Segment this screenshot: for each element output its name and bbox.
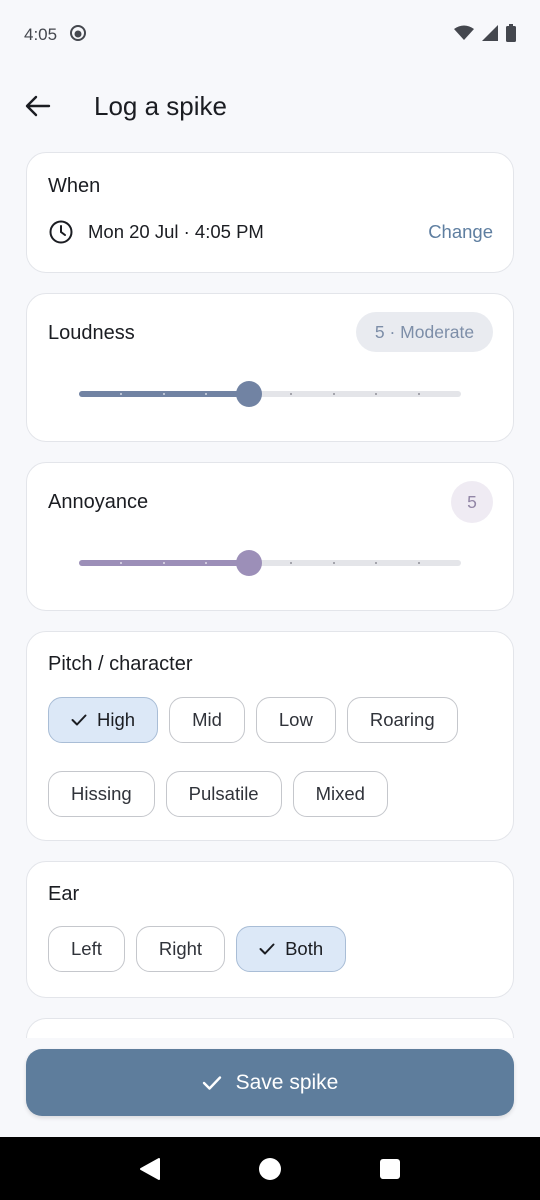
check-icon bbox=[71, 713, 87, 727]
arrow-left-icon bbox=[25, 95, 51, 117]
slider-tick bbox=[332, 562, 335, 564]
nav-back-button[interactable] bbox=[130, 1149, 170, 1189]
loudness-slider[interactable] bbox=[79, 379, 461, 409]
slider-tick bbox=[417, 393, 420, 395]
chip-ear-left[interactable]: Left bbox=[48, 926, 125, 972]
status-time: 4:05 bbox=[24, 25, 58, 44]
loudness-value-badge: 5 · Moderate bbox=[356, 312, 493, 352]
ear-title: Ear bbox=[48, 883, 80, 905]
chip-label: Left bbox=[71, 938, 102, 959]
chip-label: Mixed bbox=[315, 783, 365, 804]
save-spike-button[interactable]: Save spike bbox=[26, 1049, 514, 1116]
loudness-card: Loudness 5 · Moderate bbox=[26, 293, 514, 442]
circle-home-icon bbox=[259, 1157, 281, 1180]
signal-icon bbox=[482, 24, 498, 46]
check-icon bbox=[202, 1075, 222, 1091]
annoyance-value-badge: 5 bbox=[451, 481, 493, 523]
chip-label: Roaring bbox=[369, 709, 435, 730]
chip-label: Low bbox=[278, 709, 313, 730]
when-title: When bbox=[48, 175, 101, 197]
battery-icon bbox=[506, 23, 516, 47]
chip-pitch-pulsatile[interactable]: Pulsatile bbox=[165, 771, 282, 817]
chip-ear-right[interactable]: Right bbox=[135, 926, 226, 972]
chip-pitch-high[interactable]: High bbox=[48, 697, 159, 743]
chip-label: Pulsatile bbox=[188, 783, 259, 804]
change-datetime-button[interactable]: Change bbox=[428, 221, 493, 243]
chip-pitch-mixed[interactable]: Mixed bbox=[292, 771, 388, 817]
back-button[interactable] bbox=[22, 90, 54, 122]
ear-card: Ear Left Right Both bbox=[26, 861, 514, 998]
chip-pitch-low[interactable]: Low bbox=[255, 697, 336, 743]
pitch-chip-row-2: Hissing Pulsatile Mixed bbox=[48, 771, 388, 817]
pitch-title: Pitch / character bbox=[48, 653, 193, 675]
chip-label: Hissing bbox=[71, 783, 132, 804]
app-bar: Log a spike bbox=[0, 70, 540, 142]
slider-thumb[interactable] bbox=[235, 550, 262, 576]
pitch-card: Pitch / character High Mid Low Roaring H… bbox=[26, 631, 514, 841]
slider-thumb[interactable] bbox=[235, 381, 262, 407]
chip-ear-both[interactable]: Both bbox=[236, 926, 347, 972]
when-card: When Mon 20 Jul · 4:05 PM Change bbox=[26, 152, 514, 273]
square-recents-icon bbox=[380, 1158, 400, 1179]
chip-pitch-mid[interactable]: Mid bbox=[169, 697, 245, 743]
slider-tick bbox=[417, 562, 420, 564]
chip-label: Right bbox=[158, 938, 203, 959]
loudness-title: Loudness bbox=[48, 322, 135, 344]
save-label: Save spike bbox=[235, 1070, 339, 1094]
nav-recents-button[interactable] bbox=[370, 1149, 410, 1189]
chip-label: High bbox=[97, 709, 136, 730]
clock-icon bbox=[48, 219, 74, 245]
when-datetime: Mon 20 Jul · 4:05 PM bbox=[88, 221, 264, 242]
pitch-chip-row-1: High Mid Low Roaring bbox=[48, 697, 458, 743]
annoyance-title: Annoyance bbox=[48, 491, 149, 513]
ear-chip-row: Left Right Both bbox=[48, 926, 347, 972]
chip-label: Both bbox=[285, 938, 324, 959]
system-nav-bar bbox=[0, 1137, 540, 1200]
notification-icon bbox=[69, 24, 87, 47]
slider-tick bbox=[162, 562, 165, 564]
annoyance-card: Annoyance 5 bbox=[26, 462, 514, 611]
chip-pitch-roaring[interactable]: Roaring bbox=[346, 697, 458, 743]
check-icon bbox=[259, 942, 275, 956]
nav-home-button[interactable] bbox=[250, 1149, 290, 1189]
wifi-icon bbox=[454, 25, 474, 46]
slider-tick bbox=[332, 393, 335, 395]
status-bar: 4:05 bbox=[0, 0, 540, 70]
slider-tick bbox=[162, 393, 165, 395]
annoyance-slider[interactable] bbox=[79, 548, 461, 578]
chip-label: Mid bbox=[192, 709, 222, 730]
triangle-back-icon bbox=[140, 1157, 160, 1180]
page-title: Log a spike bbox=[94, 90, 227, 121]
chip-pitch-hissing[interactable]: Hissing bbox=[48, 771, 155, 817]
